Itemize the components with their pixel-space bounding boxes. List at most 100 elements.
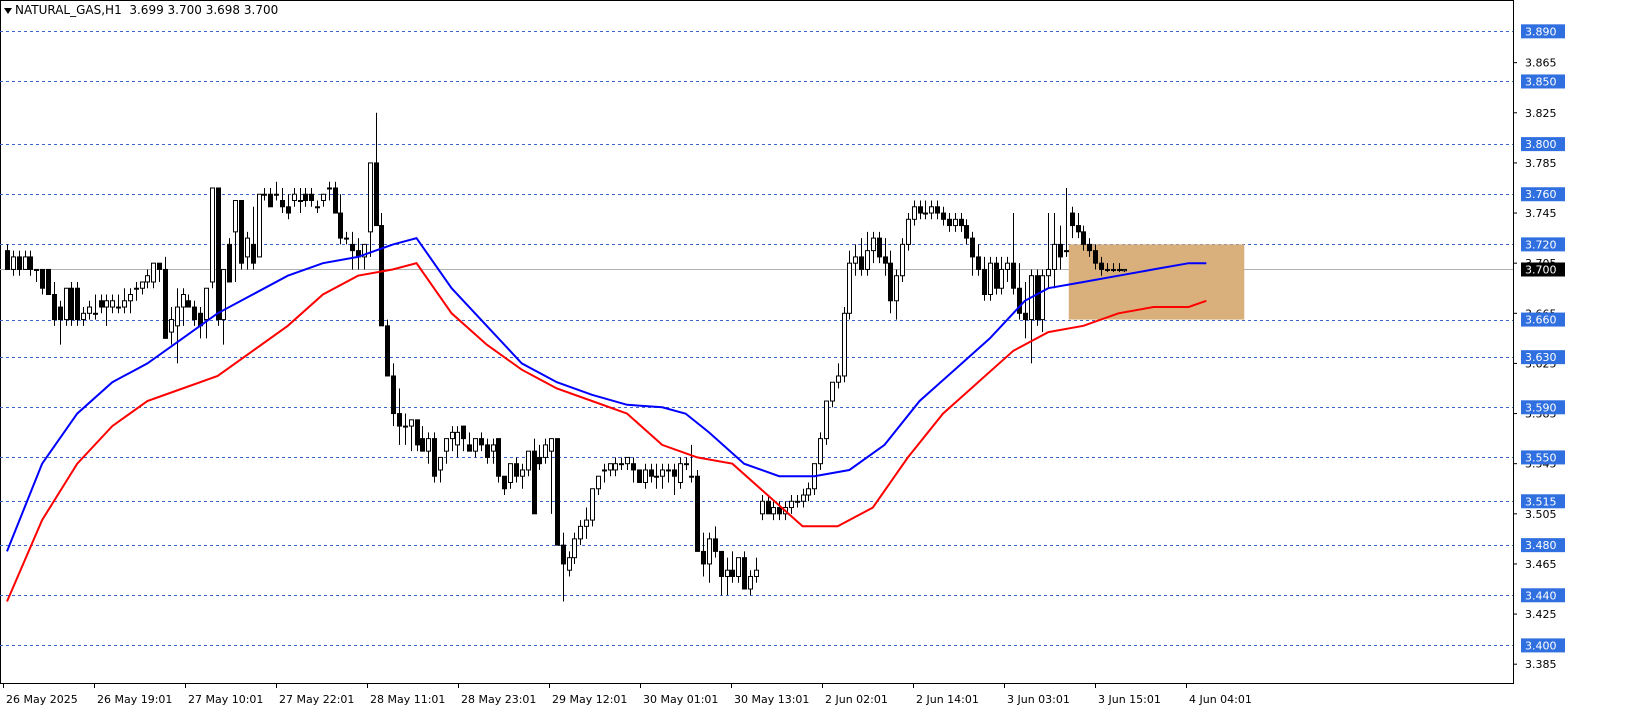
candle-body: [1058, 243, 1063, 258]
candle-body: [912, 206, 917, 220]
candle-body: [1052, 243, 1057, 270]
candle-body: [865, 250, 870, 270]
price-tick-label: 3.385: [1525, 658, 1557, 671]
candle-body: [321, 193, 326, 202]
candle-body: [379, 225, 384, 327]
candle-body: [34, 268, 39, 271]
candle-body: [847, 262, 852, 314]
candle-body: [1122, 268, 1127, 272]
candle-body: [836, 375, 841, 383]
candle-body: [532, 450, 537, 515]
candle-body: [110, 300, 115, 308]
level-price-label: 3.480: [1525, 539, 1557, 552]
candle-body: [128, 294, 133, 302]
candle-body: [1040, 275, 1045, 321]
candle-body: [824, 400, 829, 440]
candle-body: [929, 206, 934, 214]
candle-body: [514, 463, 519, 477]
candle-body: [298, 200, 303, 203]
candle-body: [210, 187, 215, 283]
price-tick-label: 3.745: [1525, 207, 1557, 220]
time-tick-label: 29 May 12:01: [552, 693, 627, 706]
candle-body: [391, 375, 396, 415]
candle-body: [877, 237, 882, 258]
candle-body: [262, 193, 267, 196]
candle-body: [923, 212, 928, 215]
candle-body: [502, 475, 507, 490]
candle-body: [660, 469, 665, 477]
candle-body: [1035, 275, 1040, 321]
symbol-timeframe: NATURAL_GAS,H1: [15, 3, 122, 17]
candle-body: [1087, 243, 1092, 252]
candle-body: [643, 469, 648, 483]
candle-body: [461, 425, 466, 440]
candle-body: [286, 206, 291, 214]
candle-body: [736, 557, 741, 577]
candle-body: [491, 444, 496, 452]
candle-body: [1046, 268, 1051, 277]
candle-body: [625, 456, 630, 465]
candle-body: [233, 200, 238, 233]
candle-body: [17, 256, 22, 270]
candle-body: [719, 550, 724, 577]
candle-body: [701, 550, 706, 565]
candle-body: [935, 206, 940, 214]
time-tick-label: 3 Jun 03:01: [1007, 693, 1070, 706]
candle-body: [175, 306, 180, 327]
candle-body: [1099, 262, 1104, 270]
collapse-triangle-icon[interactable]: [4, 7, 12, 14]
time-tick-label: 26 May 2025: [6, 693, 78, 706]
level-price-label: 3.515: [1525, 495, 1557, 508]
candle-body: [257, 193, 262, 258]
candle-body: [970, 237, 975, 258]
candle-body: [239, 200, 244, 264]
ma-fast-line: [6, 236, 1207, 552]
candle-body: [678, 463, 683, 483]
candle-body: [140, 281, 145, 289]
candle-body: [801, 494, 806, 502]
candle-body: [415, 419, 420, 446]
candle-body: [859, 256, 864, 270]
candle-body: [181, 294, 186, 308]
candle-body: [777, 507, 782, 515]
level-price-label: 3.550: [1525, 451, 1557, 464]
candle-body: [467, 444, 472, 452]
candle-body: [23, 256, 28, 270]
candle-body: [953, 218, 958, 227]
candle-body: [649, 469, 654, 477]
candle-body: [432, 438, 437, 477]
candle-body: [1023, 312, 1028, 321]
candle-body: [245, 237, 250, 258]
candle-body: [713, 538, 718, 552]
candle-body: [227, 243, 232, 283]
candle-body: [1076, 225, 1081, 233]
candle-body: [438, 456, 443, 471]
candle-body: [631, 463, 636, 471]
ma-layer: [6, 236, 1207, 602]
candle-body: [450, 431, 455, 440]
candle-body: [578, 525, 583, 540]
candle-body: [520, 469, 525, 477]
candle-body: [81, 312, 86, 321]
candle-body: [941, 212, 946, 220]
candle-body: [104, 300, 109, 308]
candle-body: [1105, 268, 1110, 271]
level-price-label: 3.440: [1525, 589, 1557, 602]
candle-body: [116, 306, 121, 309]
candle-body: [163, 268, 168, 339]
candle-body: [69, 287, 74, 321]
price-chart[interactable]: 3.8653.8253.7853.7453.7053.6653.6253.585…: [0, 0, 1651, 719]
price-scale[interactable]: 3.8653.8253.7853.7453.7053.6653.6253.585…: [1513, 0, 1565, 683]
level-price-label: 3.800: [1525, 138, 1557, 151]
candle-body: [303, 193, 308, 202]
candle-body: [251, 243, 256, 264]
candle-body: [906, 218, 911, 245]
ohlc-readout: 3.699 3.700 3.698 3.700: [129, 3, 279, 17]
candle-body: [900, 243, 905, 277]
candle-body: [216, 187, 221, 321]
candle-body: [619, 463, 624, 466]
time-tick-label: 27 May 10:01: [188, 693, 263, 706]
time-scale[interactable]: 26 May 2025 26 May 19:01 27 May 10:01 27 Ma…: [0, 683, 1513, 706]
candle-body: [134, 287, 139, 290]
candle-body: [87, 306, 92, 314]
